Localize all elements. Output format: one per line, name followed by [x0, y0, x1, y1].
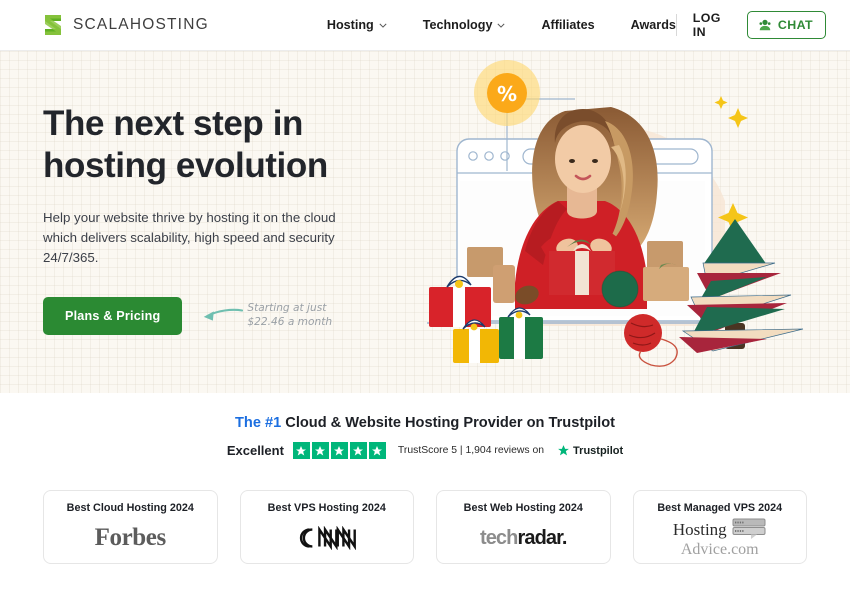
chat-label: CHAT: [777, 18, 813, 32]
cnn-logo: [294, 523, 359, 553]
award-card-hostingadvice[interactable]: Best Managed VPS 2024 Hosting Advice.com: [632, 490, 807, 564]
nav-label: Technology: [422, 18, 493, 32]
chevron-down-icon: [497, 23, 505, 28]
logo-text: SCALAHOSTING: [73, 16, 209, 33]
star-rating: [292, 442, 386, 459]
star-icon: [330, 442, 348, 459]
trustscore-text: TrustScore 5 | 1,904 reviews on: [397, 445, 545, 456]
christmas-gift-wrapping-illustration: %: [427, 60, 804, 367]
rating-label: Excellent: [226, 443, 284, 458]
site-logo[interactable]: SCALAHOSTING: [42, 13, 209, 37]
nav-item-hosting[interactable]: Hosting: [327, 18, 387, 32]
red-yarn-ball: [624, 314, 662, 352]
techradar-logo-part2: radar.: [517, 526, 567, 549]
trust-rating-row: Excellent TrustScore 5 | 1,904 reviews o…: [0, 442, 850, 459]
server-rack-icon: [732, 518, 766, 539]
hero-section: The next step in hosting evolution Help …: [0, 51, 850, 393]
trustpilot-name: Trustpilot: [573, 444, 624, 457]
techradar-logo: techradar.: [479, 523, 568, 553]
login-link[interactable]: LOG IN: [693, 11, 731, 39]
price-note-text: Starting at just $22.46 a month: [247, 302, 333, 329]
forbes-logo: Forbes: [94, 523, 167, 553]
star-icon: [368, 442, 386, 459]
award-title: Best Cloud Hosting 2024: [66, 502, 194, 514]
hostingadvice-logo-part1: Hosting: [672, 519, 727, 539]
hero-price-note: Starting at just $22.46 a month: [201, 302, 332, 330]
award-card-techradar[interactable]: Best Web Hosting 2024 techradar.: [436, 490, 611, 564]
nav-item-affiliates[interactable]: Affiliates: [541, 18, 594, 32]
sparkle-star-icon: [728, 108, 748, 128]
star-icon: [311, 442, 329, 459]
hero-copy: The next step in hosting evolution Help …: [43, 103, 373, 336]
award-title: Best Web Hosting 2024: [463, 502, 583, 514]
nav-item-awards[interactable]: Awards: [631, 18, 676, 32]
site-header: SCALAHOSTING Hosting Technology Affiliat…: [0, 0, 850, 51]
award-title: Best VPS Hosting 2024: [267, 502, 386, 514]
trustpilot-star-icon: [558, 445, 569, 456]
curved-left-arrow-icon: [204, 309, 244, 321]
header-divider: [675, 14, 677, 36]
trust-headline-highlight: The #1: [234, 415, 282, 431]
support-agent-icon: [759, 19, 771, 31]
discount-badge-glyph: %: [497, 82, 517, 106]
awards-section: Best Cloud Hosting 2024 Forbes Best VPS …: [0, 459, 850, 564]
scalahosting-s-logo-icon: [45, 15, 61, 35]
chat-button[interactable]: CHAT: [746, 11, 826, 39]
hero-subheading: Help your website thrive by hosting it o…: [43, 209, 336, 266]
nav-label: Hosting: [326, 18, 374, 32]
award-card-cnn[interactable]: Best VPS Hosting 2024: [239, 490, 414, 564]
award-card-forbes[interactable]: Best Cloud Hosting 2024 Forbes: [43, 490, 218, 564]
hostingadvice-logo-part2: Advice.com: [680, 541, 759, 558]
page-title: The next step in hosting evolution: [43, 104, 328, 186]
nav-item-technology[interactable]: Technology: [423, 18, 506, 32]
header-actions: LOG IN CHAT: [675, 11, 826, 39]
star-icon: [349, 442, 367, 459]
techradar-logo-part1: tech: [479, 526, 518, 549]
main-navigation: Hosting Technology Affiliates Awards: [327, 18, 676, 32]
nav-label: Affiliates: [541, 18, 595, 32]
nav-label: Awards: [630, 18, 676, 32]
trustpilot-section: The #1 Cloud & Website Hosting Provider …: [0, 393, 850, 459]
trust-headline-rest: Cloud & Website Hosting Provider on Trus…: [281, 415, 615, 431]
star-icon: [292, 442, 310, 459]
award-title: Best Managed VPS 2024: [657, 502, 783, 514]
trustpilot-brand[interactable]: Trustpilot: [557, 444, 623, 457]
hero-cta-row: Plans & Pricing Starting at just $22.46 …: [43, 297, 373, 336]
forbes-logo-text: Forbes: [94, 524, 167, 551]
sparkle-star-icon: [714, 96, 728, 109]
hostingadvice-logo: Hosting Advice.com: [672, 518, 767, 558]
trust-headline: The #1 Cloud & Website Hosting Provider …: [0, 415, 850, 431]
chevron-down-icon: [379, 23, 387, 28]
plans-and-pricing-button[interactable]: Plans & Pricing: [43, 297, 183, 336]
kraft-gift-box: [643, 267, 689, 301]
